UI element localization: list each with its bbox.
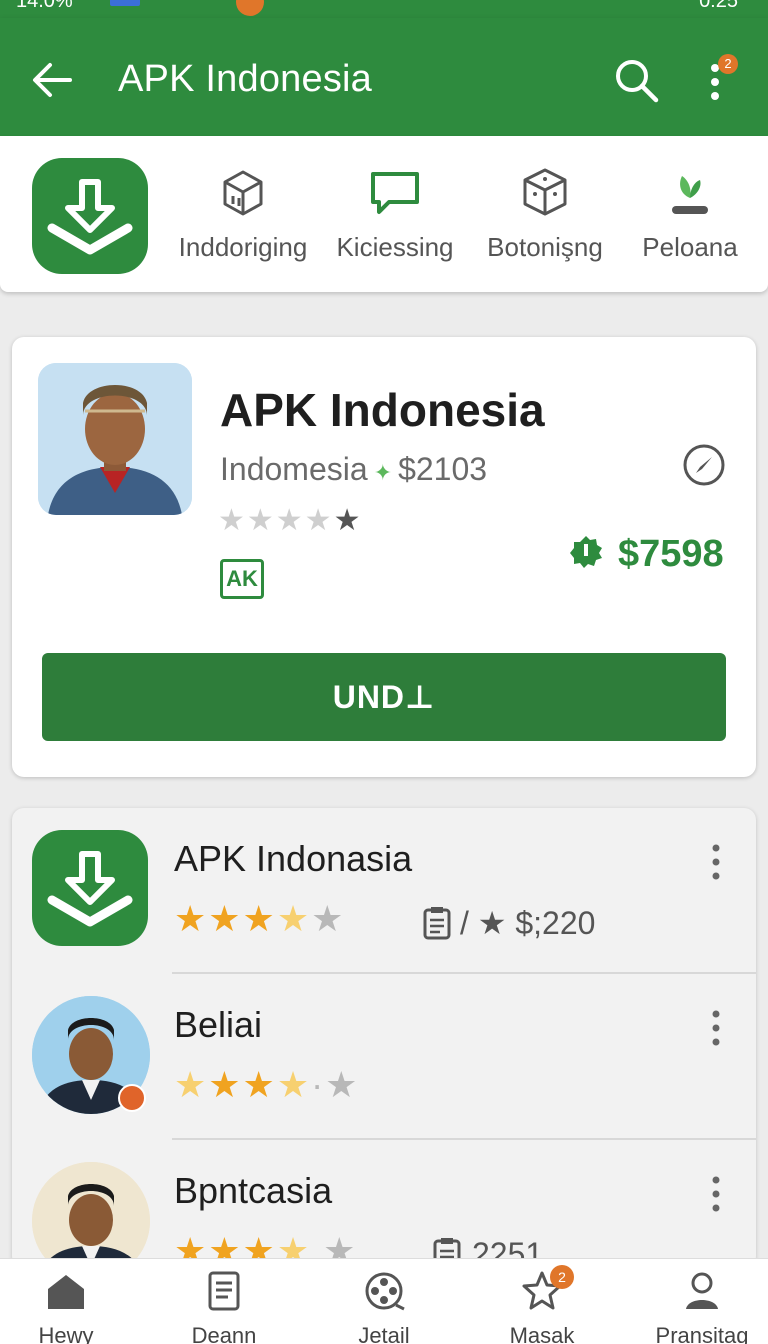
search-icon[interactable] xyxy=(612,56,660,104)
category-label: Kiciessing xyxy=(336,232,454,262)
film-reel-icon xyxy=(365,1272,405,1311)
download-icon xyxy=(47,179,133,255)
app-name: APK Indonesia xyxy=(220,384,545,436)
category-label: Peloana xyxy=(642,232,738,262)
app-price: $7598 xyxy=(568,533,724,576)
notification-badge: 2 xyxy=(550,1265,574,1289)
plant-icon xyxy=(672,176,708,214)
chat-icon xyxy=(371,172,419,214)
featured-app-card[interactable]: APK Indonesia Indomesia ✦ $2103 ★★★★★ AK $… xyxy=(12,337,756,777)
rating-stars: ★★★★·★ xyxy=(174,1064,360,1105)
user-avatar xyxy=(32,1162,150,1268)
app-logo xyxy=(32,830,148,946)
category-item-4[interactable]: Peloana xyxy=(615,164,765,263)
app-subtitle: Indomesia ✦ $2103 xyxy=(220,451,487,488)
nav-item-home[interactable]: Hewy xyxy=(6,1269,126,1344)
battery-percent: 14.0% xyxy=(16,0,73,12)
notification-badge: 2 xyxy=(718,54,738,74)
nav-item-favorites[interactable]: 2 Masak xyxy=(482,1265,602,1344)
app-logo[interactable] xyxy=(32,158,148,274)
app-region: Indomesia xyxy=(220,451,368,487)
portrait-image xyxy=(38,363,192,515)
nav-label: Jetail xyxy=(358,1323,410,1344)
status-bar: 14.0% 0:25 xyxy=(0,0,768,18)
list-item[interactable]: APK Indonasia ★★★★★ / ★ $;220 xyxy=(12,808,756,974)
rating-stars: ★★★★★ xyxy=(218,504,363,537)
install-button[interactable]: UND⊥ xyxy=(42,653,726,741)
coin-icon xyxy=(570,536,602,568)
nav-label: Masak xyxy=(509,1323,575,1344)
sparkle-icon: ✦ xyxy=(373,460,393,485)
home-icon xyxy=(48,1275,84,1309)
nav-label: Hewy xyxy=(38,1323,94,1344)
app-avatar xyxy=(38,363,192,515)
category-item-3[interactable]: Botonişng xyxy=(470,164,620,263)
list-item-name: Bpntcasia xyxy=(174,1170,333,1211)
download-icon xyxy=(47,851,133,927)
list-item[interactable]: Bpntcasia ★★★★ ★ 2251 ̥ xyxy=(12,1140,756,1268)
cube-icon xyxy=(523,168,567,216)
box-icon xyxy=(223,170,263,216)
compass-icon[interactable] xyxy=(682,443,726,487)
document-icon xyxy=(208,1271,240,1311)
sim-icon xyxy=(110,0,140,6)
back-arrow-icon[interactable] xyxy=(30,60,74,100)
clock: 0:25 xyxy=(699,0,738,12)
overflow-menu-button[interactable]: 2 xyxy=(700,54,738,108)
category-label: Inddoriging xyxy=(178,232,308,262)
list-item-meta: / ★ $;220 xyxy=(422,904,595,942)
page-title: APK Indonesia xyxy=(118,58,372,100)
status-badge xyxy=(118,1084,146,1112)
nav-item-profile[interactable]: Pransitag xyxy=(642,1269,762,1344)
nav-item-document[interactable]: Deann xyxy=(164,1269,284,1344)
person-icon xyxy=(686,1272,718,1309)
nav-label: Deann xyxy=(191,1323,257,1344)
more-vertical-icon[interactable] xyxy=(710,1008,722,1048)
nav-label: Pransitag xyxy=(655,1323,749,1344)
nav-item-detail[interactable]: Jetail xyxy=(324,1269,444,1344)
category-item-2[interactable]: Kiciessing xyxy=(320,164,470,263)
app-tag-badge: AK xyxy=(220,559,264,599)
more-vertical-icon[interactable] xyxy=(710,842,722,882)
rating-stars: ★★★★★ xyxy=(174,898,346,939)
notification-icon xyxy=(236,0,264,16)
app-bar: APK Indonesia 2 xyxy=(0,18,768,136)
app-list: APK Indonasia ★★★★★ / ★ $;220 Beliai ★★★… xyxy=(12,808,756,1268)
category-label: Botonişng xyxy=(487,232,603,262)
bottom-navigation: Hewy Deann Jetail 2 Masak Pransitag xyxy=(0,1258,768,1344)
category-item-1[interactable]: Inddoriging xyxy=(168,164,318,263)
list-item-name: Beliai xyxy=(174,1004,263,1045)
app-downloads: $2103 xyxy=(398,451,488,487)
list-item-name: APK Indonasia xyxy=(174,838,413,879)
clipboard-icon xyxy=(423,907,451,940)
category-bar: Inddoriging Kiciessing Botonişng Peloana xyxy=(0,136,768,292)
portrait-image xyxy=(32,1162,150,1268)
list-item[interactable]: Beliai ★★★★·★ xyxy=(12,974,756,1140)
more-vertical-icon[interactable] xyxy=(710,1174,722,1214)
